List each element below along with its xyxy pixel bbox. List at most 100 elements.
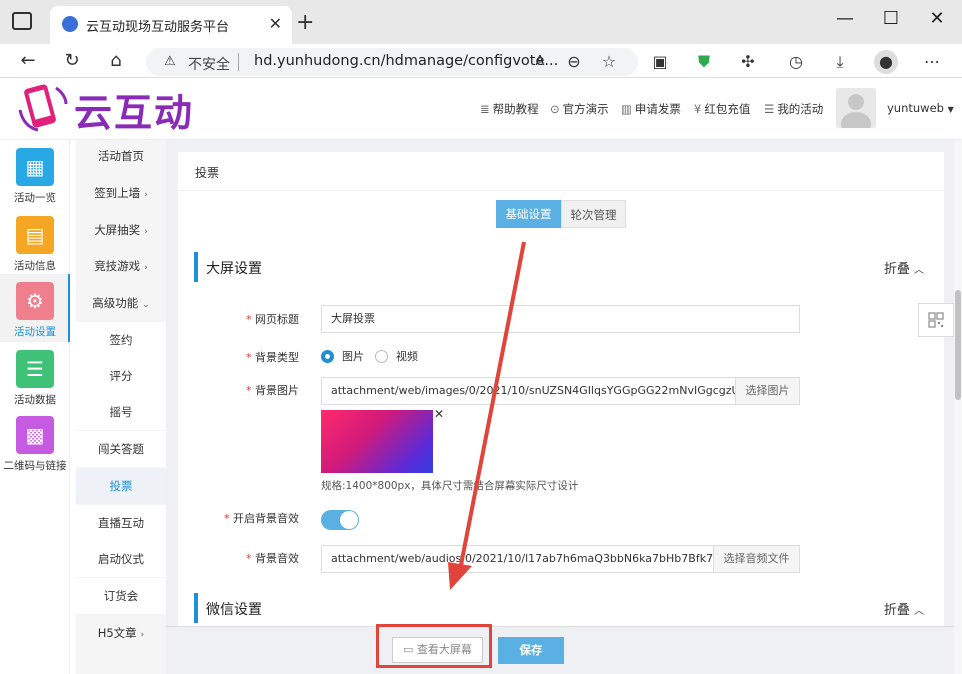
select-audio-button[interactable]: 选择音频文件 — [713, 545, 800, 573]
sidebar-item-label: 活动设置 — [14, 326, 56, 338]
submenu-item[interactable]: H5文章 › — [76, 615, 166, 651]
sidebar-item-info[interactable]: ▤ 活动信息 — [0, 210, 70, 276]
sidebar-item-label: 活动一览 — [14, 192, 56, 204]
history-icon[interactable]: ◷ — [784, 50, 808, 74]
bg-music-path-input[interactable]: attachment/web/audios/0/2021/10/l17ab7h6… — [321, 545, 714, 573]
submenu-label: 订货会 — [103, 589, 139, 603]
list-icon: ☰ — [764, 102, 775, 116]
minimize-icon[interactable]: — — [830, 8, 860, 29]
tab-actions-icon[interactable] — [12, 12, 32, 30]
close-window-icon[interactable]: ✕ — [922, 8, 952, 29]
top-link-recharge[interactable]: ¥ 红包充值 — [694, 101, 750, 117]
close-tab-icon[interactable]: ✕ — [269, 14, 282, 33]
submenu-item[interactable]: 竞技游戏 › — [76, 248, 166, 284]
more-menu-icon[interactable]: ⋯ — [920, 50, 944, 74]
top-link-label: 帮助教程 — [492, 102, 539, 116]
shield-icon[interactable]: ⛊ — [692, 50, 716, 74]
favorite-star-icon[interactable]: ☆ — [597, 50, 621, 74]
chevron-down-icon: ⌄ — [142, 300, 150, 310]
submenu-label: H5文章 — [97, 626, 137, 640]
image-size-hint: 规格:1400*800px，具体尺寸需结合屏幕实际尺寸设计 — [321, 480, 579, 492]
top-link-invoice[interactable]: ▥ 申请发票 — [621, 101, 681, 117]
section-accent-bar — [194, 252, 198, 282]
submenu-label: 启动仪式 — [98, 552, 144, 566]
top-link-my-activities[interactable]: ☰ 我的活动 — [764, 101, 823, 117]
submenu-item[interactable]: 摇号 — [76, 394, 166, 430]
tab-basic-settings[interactable]: 基础设置 — [496, 200, 561, 228]
grid-icon: ▦ — [16, 148, 54, 186]
submenu-item[interactable]: 大屏抽奖 › — [76, 212, 166, 248]
bg-music-toggle[interactable] — [321, 510, 359, 530]
refresh-icon[interactable]: ↻ — [58, 48, 86, 76]
submenu-label: 闯关答题 — [98, 442, 144, 456]
sidebar-item-overview[interactable]: ▦ 活动一览 — [0, 142, 70, 208]
submenu-item[interactable]: 签约 — [76, 322, 166, 358]
submenu-item[interactable]: 评分 — [76, 358, 166, 394]
submenu-label: 评分 — [109, 369, 133, 383]
submenu-item[interactable]: 闯关答题 — [76, 431, 166, 467]
remove-image-icon[interactable]: ✕ — [434, 407, 444, 421]
database-icon: ☰ — [16, 350, 54, 388]
section-title: 微信设置 — [206, 602, 262, 618]
annotation-highlight-box — [376, 624, 492, 668]
save-button[interactable]: 保存 — [498, 637, 564, 664]
page-title-input[interactable]: 大屏投票 — [321, 305, 800, 333]
logo-text: 云互动 — [74, 91, 195, 135]
bg-image-path-input[interactable]: attachment/web/images/0/2021/10/snUZSN4G… — [321, 377, 736, 405]
fold-toggle[interactable]: 折叠 ︿ — [884, 599, 924, 618]
document-icon: ▤ — [16, 216, 54, 254]
extensions-icon[interactable]: ✣ — [736, 50, 760, 74]
chevron-right-icon: › — [140, 630, 145, 640]
submenu-item-vote[interactable]: 投票 — [76, 468, 166, 504]
sidebar-item-data[interactable]: ☰ 活动数据 — [0, 344, 70, 410]
zoom-icon[interactable]: ⊖ — [562, 50, 586, 74]
top-link-help[interactable]: ≣ 帮助教程 — [480, 101, 539, 117]
label-text: 背景音效 — [255, 552, 299, 565]
label-text: 背景图片 — [255, 384, 299, 397]
submenu-item[interactable]: 签到上墙 › — [76, 175, 166, 211]
avatar[interactable] — [836, 88, 876, 128]
new-tab-icon[interactable]: + — [296, 10, 314, 35]
sidebar-item-label: 二维码与链接 — [3, 460, 67, 472]
bg-image-preview — [321, 410, 433, 473]
section-accent-bar — [194, 593, 198, 623]
user-menu[interactable]: yuntuweb ▼ — [887, 101, 954, 115]
scrollbar-thumb[interactable] — [955, 290, 961, 400]
profile-icon[interactable]: ● — [874, 50, 898, 74]
submenu-label: 高级功能 — [92, 296, 139, 310]
read-aloud-icon[interactable]: A — [528, 50, 552, 74]
site-logo[interactable]: 云互动 — [14, 80, 204, 136]
section-title: 大屏设置 — [206, 261, 262, 277]
browser-tab[interactable]: 云互动现场互动服务平台 ✕ — [50, 6, 292, 44]
maximize-icon[interactable]: ☐ — [876, 8, 906, 29]
fold-label: 折叠 — [883, 603, 910, 618]
scrollbar[interactable] — [954, 140, 962, 674]
qrcode-float-button[interactable] — [918, 303, 954, 337]
download-icon[interactable]: ⤓ — [828, 50, 852, 74]
label-text: 开启背景音效 — [233, 512, 299, 525]
yen-icon: ¥ — [694, 102, 702, 116]
submenu-item[interactable]: 启动仪式 — [76, 541, 166, 577]
submenu-label: 摇号 — [109, 405, 133, 419]
radio-video[interactable] — [375, 350, 388, 363]
back-arrow-icon[interactable]: ← — [14, 48, 42, 76]
field-label: * 开启背景音效 — [224, 512, 299, 525]
field-label: * 背景音效 — [246, 552, 299, 565]
submenu-item[interactable]: 活动首页 — [76, 138, 166, 174]
label-text: 背景类型 — [255, 351, 299, 364]
input-value: 大屏投票 — [331, 312, 375, 325]
collections-icon[interactable]: ▣ — [648, 50, 672, 74]
radio-image[interactable] — [321, 350, 334, 363]
tab-round-management[interactable]: 轮次管理 — [561, 200, 626, 228]
select-image-button[interactable]: 选择图片 — [735, 377, 800, 405]
chevron-right-icon: › — [144, 263, 148, 273]
submenu-item[interactable]: 订货会 — [76, 578, 166, 614]
top-link-demo[interactable]: ⊙ 官方演示 — [550, 101, 609, 117]
submenu-item[interactable]: 直播互动 — [76, 505, 166, 541]
radio-label: 图片 — [342, 350, 364, 363]
sidebar-item-qrcode[interactable]: ▩ 二维码与链接 — [0, 410, 70, 476]
sidebar-item-settings[interactable]: ⚙ 活动设置 — [0, 274, 70, 342]
home-icon[interactable]: ⌂ — [102, 48, 130, 76]
fold-toggle[interactable]: 折叠 ︿ — [884, 258, 924, 277]
submenu-item[interactable]: 高级功能 ⌄ — [76, 285, 166, 321]
